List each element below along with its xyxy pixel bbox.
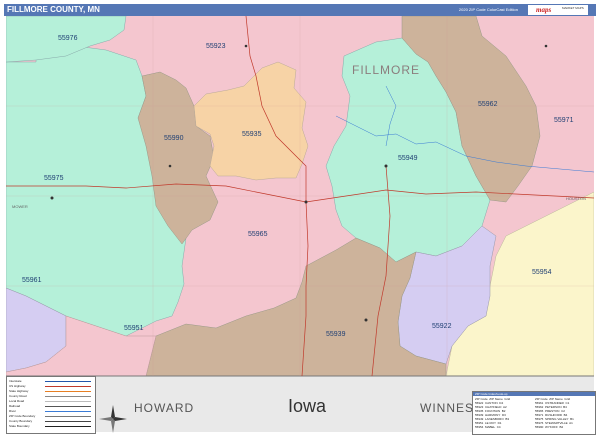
zip-label-55990: 55990 — [164, 135, 184, 142]
edge-county-west: MOWER — [12, 204, 28, 209]
zip-label-55949: 55949 — [398, 155, 418, 162]
adjacent-county-howard: HOWARD — [134, 401, 194, 415]
legend-row: State Boundary — [9, 424, 93, 429]
zip-code-map[interactable]: 55976 55923 55990 55935 55962 55971 5597… — [6, 16, 594, 432]
map-subtitle: 2020 ZIP Code ColorCast Edition — [458, 7, 518, 12]
zip-index-header: ZIP Code Index/Look-up — [473, 392, 595, 396]
map-legend: Interstate US Highway State Highway Coun… — [6, 376, 96, 434]
map-frame: FILLMORE COUNTY, MN 2020 ZIP Code ColorC… — [0, 0, 600, 436]
zip-index-table: ZIP Code Index/Look-up ZIP Code ZIP Name… — [472, 391, 596, 435]
zip-label-55971: 55971 — [554, 117, 574, 124]
zip-label-55976: 55976 — [58, 35, 78, 42]
logo-brand: maps — [536, 6, 552, 14]
zip-index-col-1: ZIP Code ZIP Name Grid 55922 CANTON D4 5… — [475, 397, 511, 429]
zip-label-55965: 55965 — [248, 231, 268, 238]
zip-label-55975: 55975 — [44, 175, 64, 182]
edge-county-east: HOUSTON — [566, 196, 586, 201]
zip-label-55954: 55954 — [532, 269, 552, 276]
zip-label-55939: 55939 — [326, 331, 346, 338]
zip-index-col-2: ZIP Code ZIP Name Grid 55961 OSTRANDER C… — [535, 397, 574, 429]
state-label: Iowa — [288, 396, 327, 416]
county-name-label: FILLMORE — [352, 63, 420, 77]
zip-label-55951: 55951 — [124, 325, 144, 332]
logo-tagline: MARKET MAPS — [562, 6, 584, 10]
compass-rose-icon — [99, 405, 127, 433]
zip-label-55923: 55923 — [206, 43, 226, 50]
publisher-logo: maps MARKET MAPS — [528, 5, 588, 15]
zip-label-55961: 55961 — [22, 277, 42, 284]
zip-label-55962: 55962 — [478, 101, 498, 108]
zip-label-55935: 55935 — [242, 131, 262, 138]
zip-label-55922: 55922 — [432, 323, 452, 330]
map-title: FILLMORE COUNTY, MN — [7, 5, 100, 14]
title-bar: FILLMORE COUNTY, MN 2020 ZIP Code ColorC… — [4, 4, 596, 16]
